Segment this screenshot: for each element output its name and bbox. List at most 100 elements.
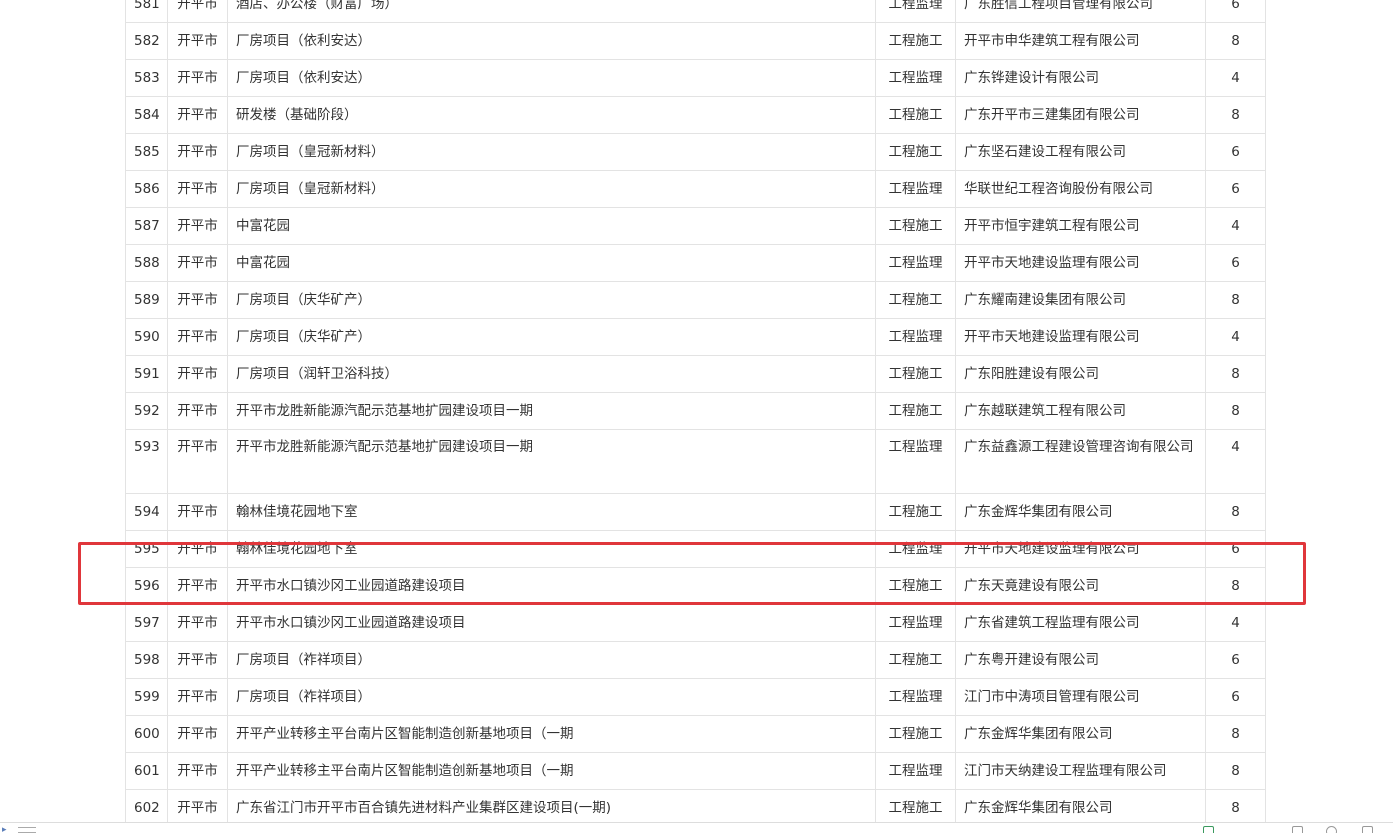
project-table: 581 开平市 酒店、办公楼（财富广场） 工程监理 广东胜信工程项目管理有限公司… [125, 0, 1266, 827]
row-score: 6 [1205, 133, 1266, 171]
page-viewport: 581 开平市 酒店、办公楼（财富广场） 工程监理 广东胜信工程项目管理有限公司… [0, 0, 1393, 833]
checkbox-icon[interactable] [1203, 826, 1214, 833]
row-city: 开平市 [167, 0, 228, 23]
row-company: 广东越联建筑工程有限公司 [955, 392, 1206, 430]
bottom-toolbar: ▸ [0, 822, 1393, 833]
row-score: 8 [1205, 392, 1266, 430]
table-row: 588 开平市 中富花园 工程监理 开平市天地建设监理有限公司 6 [125, 244, 1266, 282]
row-company: 广东阳胜建设有限公司 [955, 355, 1206, 393]
table-row: 582 开平市 厂房项目（依利安达） 工程施工 开平市申华建筑工程有限公司 8 [125, 22, 1266, 60]
row-city: 开平市 [167, 281, 228, 319]
table-row: 586 开平市 厂房项目（皇冠新材料） 工程监理 华联世纪工程咨询股份有限公司 … [125, 170, 1266, 208]
row-score: 4 [1205, 429, 1266, 494]
row-project: 开平市龙胜新能源汽配示范基地扩园建设项目一期 [227, 429, 876, 494]
row-company: 广东天竟建设有限公司 [955, 567, 1206, 605]
row-number: 588 [125, 244, 168, 282]
row-city: 开平市 [167, 530, 228, 568]
row-project: 厂房项目（皇冠新材料） [227, 133, 876, 171]
row-number: 590 [125, 318, 168, 356]
table-row: 584 开平市 研发楼（基础阶段） 工程施工 广东开平市三建集团有限公司 8 [125, 96, 1266, 134]
row-project: 厂房项目（庆华矿产） [227, 318, 876, 356]
row-number: 583 [125, 59, 168, 97]
grid-icon[interactable] [18, 827, 36, 833]
row-type: 工程监理 [875, 170, 956, 208]
row-company: 开平市天地建设监理有限公司 [955, 318, 1206, 356]
row-city: 开平市 [167, 392, 228, 430]
row-city: 开平市 [167, 715, 228, 753]
row-score: 6 [1205, 244, 1266, 282]
row-city: 开平市 [167, 59, 228, 97]
row-type: 工程施工 [875, 493, 956, 531]
row-score: 8 [1205, 281, 1266, 319]
row-city: 开平市 [167, 752, 228, 790]
row-score: 6 [1205, 0, 1266, 23]
row-company: 广东金辉华集团有限公司 [955, 493, 1206, 531]
row-city: 开平市 [167, 96, 228, 134]
row-type: 工程监理 [875, 429, 956, 494]
table-row-highlighted: 596 开平市 开平市水口镇沙冈工业园道路建设项目 工程施工 广东天竟建设有限公… [125, 567, 1266, 605]
row-project: 厂房项目（依利安达） [227, 59, 876, 97]
row-city: 开平市 [167, 789, 228, 827]
table-row: 587 开平市 中富花园 工程施工 开平市恒宇建筑工程有限公司 4 [125, 207, 1266, 245]
row-company: 开平市天地建设监理有限公司 [955, 244, 1206, 282]
row-company: 广东铧建设计有限公司 [955, 59, 1206, 97]
row-project: 厂房项目（祚祥项目） [227, 641, 876, 679]
row-number: 585 [125, 133, 168, 171]
row-number: 582 [125, 22, 168, 60]
heart-icon[interactable] [1326, 826, 1337, 833]
row-company: 广东粤开建设有限公司 [955, 641, 1206, 679]
row-type: 工程监理 [875, 244, 956, 282]
row-company: 江门市天纳建设工程监理有限公司 [955, 752, 1206, 790]
row-city: 开平市 [167, 133, 228, 171]
row-score: 8 [1205, 789, 1266, 827]
row-city: 开平市 [167, 604, 228, 642]
row-type: 工程监理 [875, 604, 956, 642]
table-row: 585 开平市 厂房项目（皇冠新材料） 工程施工 广东坚石建设工程有限公司 6 [125, 133, 1266, 171]
row-number: 584 [125, 96, 168, 134]
row-company: 广东金辉华集团有限公司 [955, 715, 1206, 753]
row-project: 研发楼（基础阶段） [227, 96, 876, 134]
row-type: 工程施工 [875, 641, 956, 679]
row-number: 593 [125, 429, 168, 494]
row-type: 工程施工 [875, 22, 956, 60]
table-row: 591 开平市 厂房项目（润轩卫浴科技） 工程施工 广东阳胜建设有限公司 8 [125, 355, 1266, 393]
share-icon[interactable] [1362, 826, 1373, 833]
row-company: 开平市恒宇建筑工程有限公司 [955, 207, 1206, 245]
table-row: 594 开平市 翰林佳境花园地下室 工程施工 广东金辉华集团有限公司 8 [125, 493, 1266, 531]
row-project: 开平市水口镇沙冈工业园道路建设项目 [227, 604, 876, 642]
row-project: 开平产业转移主平台南片区智能制造创新基地项目（一期 [227, 715, 876, 753]
row-type: 工程施工 [875, 133, 956, 171]
row-project: 中富花园 [227, 207, 876, 245]
row-number: 597 [125, 604, 168, 642]
row-score: 6 [1205, 530, 1266, 568]
row-score: 8 [1205, 22, 1266, 60]
row-city: 开平市 [167, 567, 228, 605]
row-company: 开平市天地建设监理有限公司 [955, 530, 1206, 568]
row-company: 开平市申华建筑工程有限公司 [955, 22, 1206, 60]
row-score: 8 [1205, 567, 1266, 605]
row-type: 工程监理 [875, 0, 956, 23]
row-project: 厂房项目（皇冠新材料） [227, 170, 876, 208]
row-type: 工程监理 [875, 752, 956, 790]
toolbar-left-icon[interactable]: ▸ [2, 825, 7, 833]
row-type: 工程监理 [875, 318, 956, 356]
row-company: 广东坚石建设工程有限公司 [955, 133, 1206, 171]
row-number: 598 [125, 641, 168, 679]
row-city: 开平市 [167, 22, 228, 60]
grid-icon[interactable] [1292, 826, 1303, 833]
row-project: 厂房项目（祚祥项目） [227, 678, 876, 716]
row-number: 591 [125, 355, 168, 393]
row-score: 6 [1205, 170, 1266, 208]
row-type: 工程施工 [875, 207, 956, 245]
row-number: 600 [125, 715, 168, 753]
row-score: 6 [1205, 678, 1266, 716]
row-project: 中富花园 [227, 244, 876, 282]
row-type: 工程监理 [875, 678, 956, 716]
row-number: 599 [125, 678, 168, 716]
row-score: 8 [1205, 493, 1266, 531]
row-city: 开平市 [167, 493, 228, 531]
row-number: 586 [125, 170, 168, 208]
row-company: 广东省建筑工程监理有限公司 [955, 604, 1206, 642]
table-row: 589 开平市 厂房项目（庆华矿产） 工程施工 广东耀南建设集团有限公司 8 [125, 281, 1266, 319]
row-number: 602 [125, 789, 168, 827]
